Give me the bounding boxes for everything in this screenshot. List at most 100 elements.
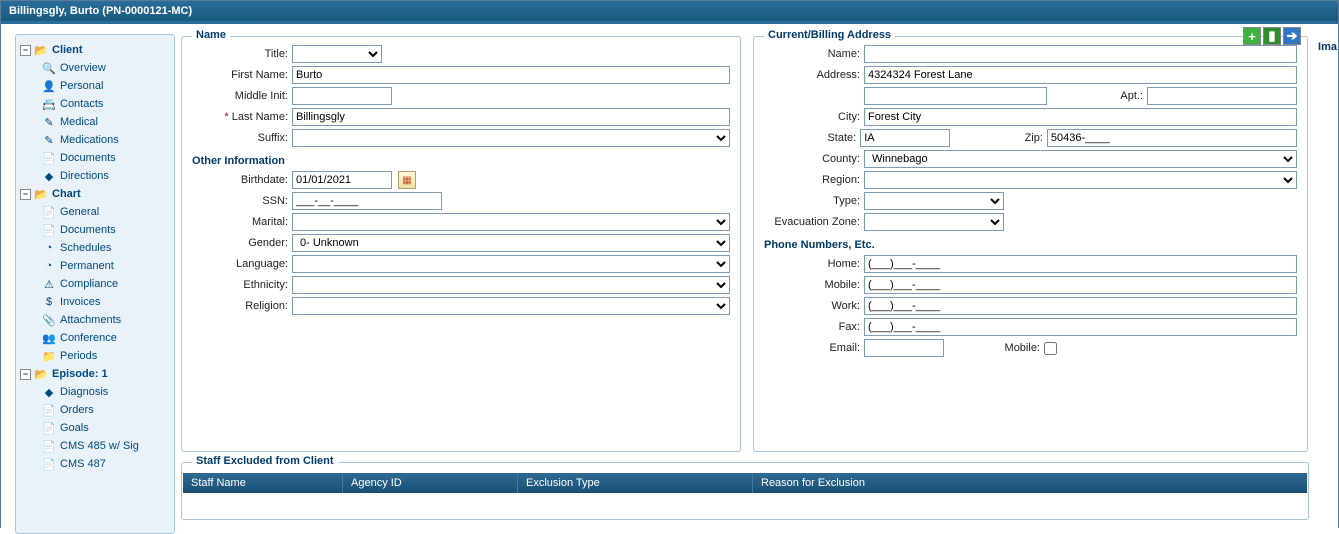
tree-label: Overview — [60, 62, 106, 74]
tree-label: Client — [52, 44, 83, 56]
suffix-label: Suffix: — [192, 132, 292, 144]
col-exclusion-type[interactable]: Exclusion Type — [518, 473, 753, 493]
addr-name-input[interactable] — [864, 45, 1297, 63]
sidebar-item-documents[interactable]: 📄Documents — [20, 221, 174, 239]
sidebar-item-invoices[interactable]: $Invoices — [20, 293, 174, 311]
sidebar-item-directions[interactable]: ◆ Directions — [20, 167, 174, 185]
tree-node-chart[interactable]: − 📂 Chart — [20, 185, 174, 203]
tree-label: Medical — [60, 116, 98, 128]
tree-label: Contacts — [60, 98, 103, 110]
tree-label: Schedules — [60, 242, 111, 254]
work-input[interactable] — [864, 297, 1297, 315]
sidebar-item-permanent[interactable]: ◔Permanent — [20, 257, 174, 275]
personal-icon: 👤 — [42, 79, 56, 93]
region-select[interactable] — [864, 171, 1297, 189]
collapse-icon[interactable]: − — [20, 189, 31, 200]
city-label: City: — [764, 111, 864, 123]
language-select[interactable] — [292, 255, 730, 273]
col-agency-id[interactable]: Agency ID — [343, 473, 518, 493]
state-input[interactable] — [860, 129, 950, 147]
tree-node-client[interactable]: − 📂 Client — [20, 41, 174, 59]
home-input[interactable] — [864, 255, 1297, 273]
mobile-checkbox[interactable] — [1044, 342, 1057, 355]
documents-icon: 📄 — [42, 151, 56, 165]
collapse-icon[interactable]: − — [20, 369, 31, 380]
address-label: Address: — [764, 69, 864, 81]
sidebar-item-documents[interactable]: 📄Documents — [20, 149, 174, 167]
image-tab[interactable]: Ima — [1318, 41, 1337, 53]
evac-select[interactable] — [864, 213, 1004, 231]
sidebar-item-general[interactable]: 📄General — [20, 203, 174, 221]
add-icon[interactable]: + — [1243, 27, 1261, 45]
type-label: Type: — [764, 195, 864, 207]
suffix-select[interactable] — [292, 129, 730, 147]
type-select[interactable] — [864, 192, 1004, 210]
zip-input[interactable] — [1047, 129, 1297, 147]
tree-label: Permanent — [60, 260, 114, 272]
sidebar-item-conference[interactable]: 👥Conference — [20, 329, 174, 347]
mobile-chk-label: Mobile: — [944, 342, 1044, 354]
name-panel: Name Title: First Name: Middle Init: — [181, 36, 741, 452]
middle-init-input[interactable] — [292, 87, 392, 105]
title-select[interactable] — [292, 45, 382, 63]
tree-label: CMS 487 — [60, 458, 106, 470]
birthdate-input[interactable] — [292, 171, 392, 189]
phone-title: Phone Numbers, Etc. — [764, 239, 1297, 251]
city-input[interactable] — [864, 108, 1297, 126]
first-name-input[interactable] — [292, 66, 730, 84]
sidebar-item-diagnosis[interactable]: ◆Diagnosis — [20, 383, 174, 401]
address2-input[interactable] — [864, 87, 1047, 105]
sidebar-item-overview[interactable]: 🔍 Overview — [20, 59, 174, 77]
sidebar-item-compliance[interactable]: ⚠Compliance — [20, 275, 174, 293]
sidebar-item-contacts[interactable]: 📇 Contacts — [20, 95, 174, 113]
calendar-icon[interactable]: ▦ — [398, 171, 416, 189]
marital-label: Marital: — [192, 216, 292, 228]
directions-icon: ◆ — [42, 169, 56, 183]
col-staff-name[interactable]: Staff Name — [183, 473, 343, 493]
sidebar-item-medications[interactable]: ✎Medications — [20, 131, 174, 149]
sidebar-item-cms-485-w-sig[interactable]: 📄CMS 485 w/ Sig — [20, 437, 174, 455]
sidebar-item-personal[interactable]: 👤 Personal — [20, 77, 174, 95]
sidebar-item-goals[interactable]: 📄Goals — [20, 419, 174, 437]
last-name-input[interactable] — [292, 108, 730, 126]
tree-label: Personal — [60, 80, 103, 92]
marital-select[interactable] — [292, 213, 730, 231]
sidebar-item-medical[interactable]: ✎ Medical — [20, 113, 174, 131]
tree-node-episode[interactable]: − 📂 Episode: 1 — [20, 365, 174, 383]
arrow-right-icon[interactable]: ➔ — [1283, 27, 1301, 45]
religion-select[interactable] — [292, 297, 730, 315]
contacts-icon: 📇 — [42, 97, 56, 111]
apt-input[interactable] — [1147, 87, 1297, 105]
address-input[interactable] — [864, 66, 1297, 84]
tree-label: CMS 485 w/ Sig — [60, 440, 139, 452]
state-label: State: — [764, 132, 860, 144]
collapse-icon[interactable]: − — [20, 45, 31, 56]
sidebar-item-attachments[interactable]: 📎Attachments — [20, 311, 174, 329]
sidebar-item-periods[interactable]: 📁Periods — [20, 347, 174, 365]
fax-input[interactable] — [864, 318, 1297, 336]
email-input[interactable] — [864, 339, 944, 357]
tree-label: Documents — [60, 224, 116, 236]
county-select[interactable]: Winnebago — [864, 150, 1297, 168]
mobile-label: Mobile: — [764, 279, 864, 291]
folder-icon: 📂 — [34, 367, 48, 381]
sidebar-item-orders[interactable]: 📄Orders — [20, 401, 174, 419]
sidebar-item-schedules[interactable]: ◔Schedules — [20, 239, 174, 257]
medical-icon: ✎ — [42, 115, 56, 129]
book-icon[interactable]: ▮ — [1263, 27, 1281, 45]
tree-label: Episode: 1 — [52, 368, 108, 380]
ssn-input[interactable] — [292, 192, 442, 210]
tree-label: Directions — [60, 170, 109, 182]
mobile-input[interactable] — [864, 276, 1297, 294]
gender-select[interactable]: 0- Unknown — [292, 234, 730, 252]
religion-label: Religion: — [192, 300, 292, 312]
tree-label: Attachments — [60, 314, 121, 326]
sidebar-item-cms-487[interactable]: 📄CMS 487 — [20, 455, 174, 473]
diagnosis-icon: ◆ — [42, 385, 56, 399]
window-titlebar: Billingsgly, Burto (PN-0000121-MC) — [1, 1, 1338, 23]
col-reason[interactable]: Reason for Exclusion — [753, 473, 1307, 493]
overview-icon: 🔍 — [42, 61, 56, 75]
folder-icon: 📂 — [34, 187, 48, 201]
periods-icon: 📁 — [42, 349, 56, 363]
ethnicity-select[interactable] — [292, 276, 730, 294]
